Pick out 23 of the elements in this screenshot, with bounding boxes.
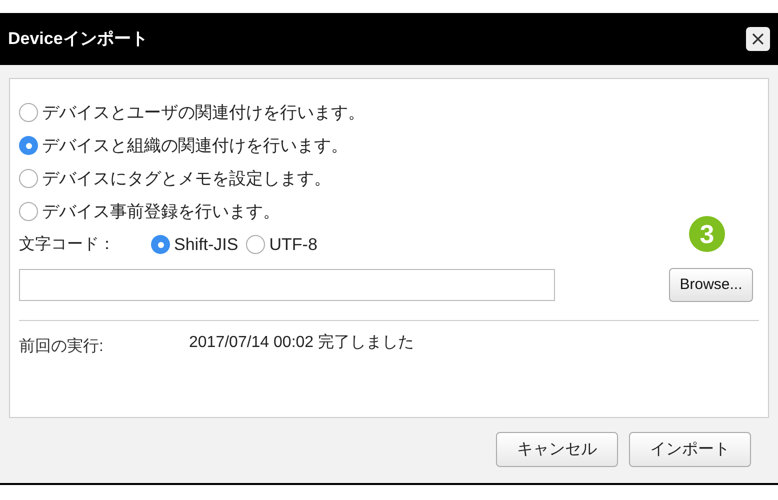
radio-button[interactable] [19,103,38,122]
radio-button[interactable] [19,169,38,188]
step-marker: 3 [689,216,725,252]
browse-button[interactable]: Browse... [669,268,753,302]
last-run-status: 2017/07/14 00:02 完了しました [189,332,414,353]
close-icon [751,32,765,46]
radio-label: Shift-JIS [174,234,238,256]
radio-button[interactable] [151,235,170,254]
last-run-label: 前回の実行: [19,336,104,357]
radio-label: デバイスにタグとメモを設定します。 [42,168,331,190]
window-title: Deviceインポート [8,28,148,50]
radio-label: デバイスとユーザの関連付けを行います。 [42,102,365,124]
radio-button[interactable] [19,202,38,221]
radio-button[interactable] [19,136,38,155]
dialog-button[interactable]: インポート [629,432,751,467]
encoding-label: 文字コード： [19,234,116,254]
close-button[interactable] [746,27,770,51]
radio-label: デバイスと組織の関連付けを行います。 [42,134,348,157]
radio-label: デバイス事前登録を行います。 [42,200,280,223]
file-path-field[interactable] [19,269,555,301]
radio-label: UTF-8 [269,234,318,256]
radio-button[interactable] [246,235,266,254]
dialog-button[interactable]: キャンセル [496,432,618,467]
